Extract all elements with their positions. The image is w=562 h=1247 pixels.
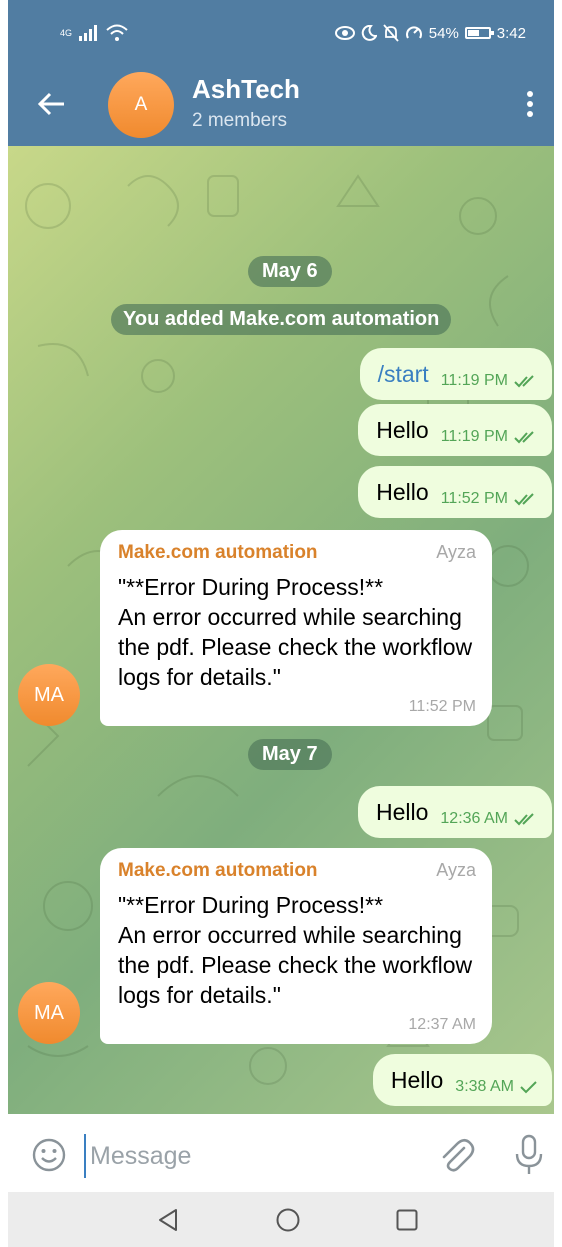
- back-arrow-icon[interactable]: [34, 86, 70, 122]
- double-check-icon: [514, 493, 534, 506]
- outgoing-message[interactable]: Hello 12:36 AM: [357, 786, 552, 838]
- double-check-icon: [514, 375, 534, 388]
- double-check-icon: [514, 813, 534, 826]
- date-separator: May 7: [248, 739, 332, 770]
- double-check-icon: [514, 431, 534, 444]
- member-count: 2 members: [192, 110, 288, 131]
- emoji-icon[interactable]: [32, 1138, 66, 1172]
- message-time: 11:19 PM: [440, 372, 508, 389]
- moon-icon: [361, 25, 377, 41]
- message-time: 12:36 AM: [440, 810, 508, 827]
- message-time: 12:37 AM: [408, 1016, 476, 1033]
- incoming-message[interactable]: Make.com automation Ayza "**Error During…: [100, 530, 492, 726]
- eye-icon: [334, 26, 355, 40]
- message-list[interactable]: May 6 You added Make.com automation /sta…: [8, 146, 554, 1114]
- outgoing-message[interactable]: Hello 3:38 AM: [372, 1054, 552, 1106]
- sender-avatar[interactable]: MA: [18, 982, 80, 1044]
- status-bar: 4G 54% 3:42: [8, 14, 554, 54]
- sender-role: Ayza: [436, 860, 476, 880]
- system-nav-bar: [8, 1192, 554, 1247]
- incoming-message[interactable]: Make.com automation Ayza "**Error During…: [100, 848, 492, 1044]
- chat-title[interactable]: AshTech: [192, 74, 300, 105]
- sender-name[interactable]: Make.com automation: [118, 542, 476, 564]
- sender-avatar[interactable]: MA: [18, 664, 80, 726]
- wifi-icon: [106, 24, 128, 41]
- outgoing-message[interactable]: Hello 11:52 PM: [358, 466, 552, 518]
- date-separator: May 6: [248, 256, 332, 287]
- message-text: Hello: [376, 478, 429, 505]
- message-text: "**Error During Process!** An error occu…: [118, 574, 473, 690]
- message-time: 11:19 PM: [440, 428, 508, 445]
- battery-icon: [464, 27, 494, 39]
- message-time: 11:52 PM: [440, 490, 508, 507]
- single-check-icon: [520, 1081, 537, 1094]
- nav-recent-icon[interactable]: [396, 1209, 418, 1231]
- message-time: 3:38 AM: [455, 1078, 514, 1095]
- sender-role: Ayza: [436, 542, 476, 562]
- group-avatar[interactable]: A: [108, 72, 174, 138]
- telegram-chat-screen: 4G 54% 3:42 A AshTech 2 members May 6 Yo…: [8, 0, 554, 1247]
- microphone-icon[interactable]: [514, 1134, 544, 1176]
- message-text: Hello: [375, 798, 429, 825]
- message-text: "**Error During Process!** An error occu…: [118, 892, 473, 1008]
- nav-home-icon[interactable]: [276, 1208, 300, 1232]
- paperclip-icon[interactable]: [436, 1136, 476, 1176]
- clock: 3:42: [496, 24, 526, 42]
- service-message: You added Make.com automation: [111, 304, 452, 335]
- more-vert-icon[interactable]: [518, 86, 542, 122]
- mute-bell-icon: [383, 24, 399, 42]
- sender-name[interactable]: Make.com automation: [118, 860, 476, 882]
- network-type: 4G: [60, 28, 73, 38]
- outgoing-message[interactable]: /start 11:19 PM: [359, 348, 552, 400]
- message-text[interactable]: /start: [378, 361, 429, 388]
- message-input[interactable]: [84, 1134, 412, 1178]
- chat-header: 4G 54% 3:42 A AshTech 2 members: [8, 0, 554, 146]
- message-text: Hello: [376, 416, 429, 443]
- message-time: 11:52 PM: [408, 698, 476, 715]
- outgoing-message[interactable]: Hello 11:19 PM: [358, 404, 552, 456]
- nav-back-icon[interactable]: [156, 1208, 180, 1232]
- battery-percent: 54%: [428, 24, 459, 42]
- data-saver-icon: [405, 26, 422, 39]
- signal-icon: [79, 25, 98, 41]
- message-text: Hello: [390, 1066, 444, 1093]
- message-composer: [8, 1114, 554, 1192]
